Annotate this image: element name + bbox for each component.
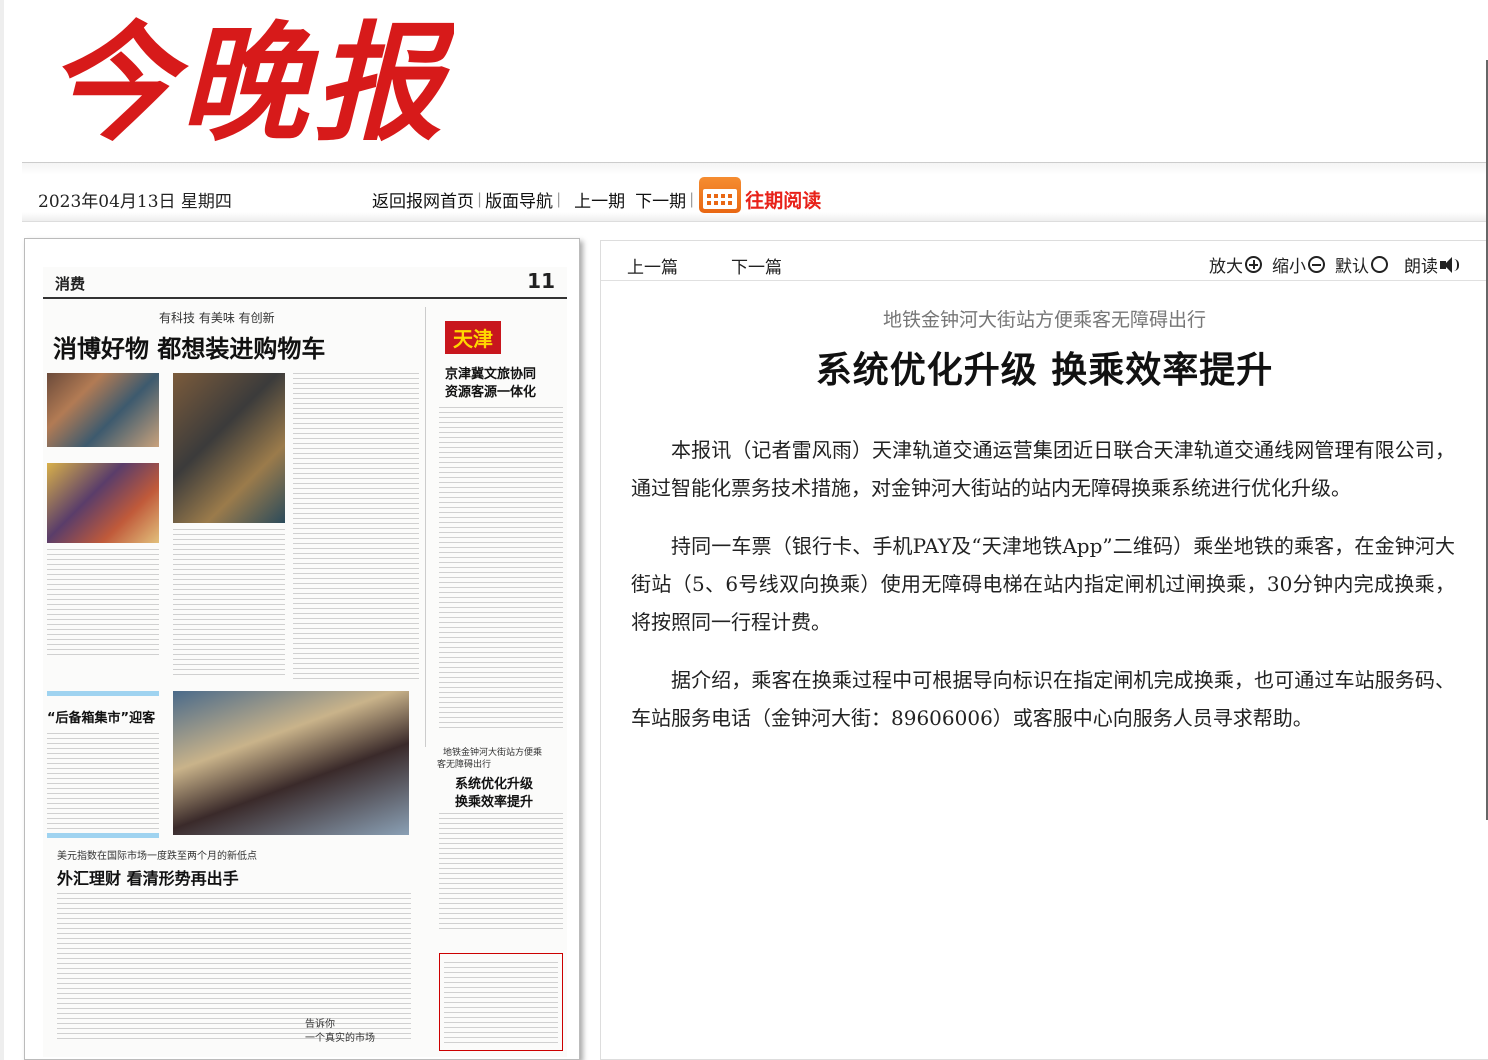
story-headline[interactable]: “后备箱集市”迎客 — [47, 707, 155, 726]
home-link[interactable]: 返回报网首页 — [372, 187, 474, 212]
photo — [173, 373, 285, 523]
next-issue-link[interactable]: 下一期 — [635, 187, 686, 212]
calendar-icon — [699, 177, 742, 213]
story-kicker: 客无障碍出行 — [437, 760, 492, 770]
default-size-label: 默认 — [1335, 257, 1369, 277]
logo-calligraphy: 今晚报 — [46, 9, 454, 159]
story-kicker: 美元指数在国际市场一度跌至两个月的新低点 — [57, 851, 257, 862]
window-edge — [0, 0, 4, 1060]
photo — [47, 463, 159, 543]
minus-circle-icon — [1308, 256, 1325, 273]
article-toolbar: 上一篇 下一篇 放大 缩小 默认 朗读 — [601, 241, 1488, 281]
article-body: 本报讯（记者雷风雨）天津轨道交通运营集团近日联合天津轨道交通线网管理有限公司，通… — [631, 431, 1455, 757]
default-size-button[interactable]: 默认 — [1335, 252, 1388, 277]
issue-nav: 返回报网首页 | 版面导航 | 上一期 下一期 | 往期阅读 — [372, 177, 822, 213]
zoom-out-label: 缩小 — [1272, 257, 1306, 277]
photo — [47, 373, 159, 447]
read-aloud-label: 朗读 — [1404, 257, 1438, 277]
story-headline[interactable]: 外汇理财 看清形势再出手 — [57, 865, 239, 889]
story-headline-active[interactable]: 系统优化升级 — [455, 773, 533, 792]
page-nav-link[interactable]: 版面导航 — [485, 187, 553, 212]
nav-separator: | — [556, 190, 562, 208]
circle-icon — [1371, 256, 1388, 273]
article-title: 系统优化升级 换乘效率提升 — [815, 349, 1274, 391]
page-headline[interactable]: 消博好物 都想装进购物车 — [53, 329, 325, 364]
nav-separator: | — [477, 190, 483, 208]
newspaper-page: 消费 11 有科技 有美味 有创新 消博好物 都想装进购物车 天津 京津冀文旅协… — [43, 267, 567, 1057]
speaker-icon — [1440, 255, 1460, 275]
side-headline[interactable]: 京津冀文旅协同 — [445, 363, 536, 382]
zoom-out-button[interactable]: 缩小 — [1272, 252, 1325, 277]
issue-date: 2023年04月13日 星期四 — [38, 192, 232, 212]
side-headline[interactable]: 资源客源一体化 — [445, 381, 536, 400]
page-section: 消费 — [55, 275, 86, 293]
font-tools: 放大 缩小 默认 朗读 — [1199, 252, 1460, 277]
article-subtitle: 地铁金钟河大街站方便乘客无障碍出行 — [882, 309, 1206, 331]
archive-label: 往期阅读 — [745, 189, 822, 212]
page-number: 11 — [527, 269, 555, 293]
top-nav-bar: 2023年04月13日 星期四 返回报网首页 | 版面导航 | 上一期 下一期 … — [22, 162, 1486, 222]
plus-circle-icon — [1245, 256, 1262, 273]
next-article-link[interactable]: 下一篇 — [731, 253, 782, 278]
promo-text: 一个真实的市场 — [305, 1033, 375, 1044]
ad-box — [439, 953, 563, 1051]
nav-separator: | — [689, 190, 695, 208]
side-tag: 天津 — [445, 321, 501, 354]
article-paragraph: 持同一车票（银行卡、手机PAY及“天津地铁App”二维码）乘坐地铁的乘客，在金钟… — [631, 534, 1455, 634]
archive-button[interactable]: 往期阅读 — [699, 177, 822, 213]
article-paragraph: 据介绍，乘客在换乘过程中可根据导向标识在指定闸机完成换乘，也可通过车站服务码、车… — [631, 668, 1455, 730]
promo-text: 告诉你 — [305, 1019, 335, 1030]
prev-issue-link[interactable]: 上一期 — [574, 187, 625, 212]
read-aloud-button[interactable]: 朗读 — [1404, 252, 1460, 277]
logo-text: 今晚报 — [46, 10, 454, 150]
photo — [173, 691, 409, 835]
prev-article-link[interactable]: 上一篇 — [627, 253, 678, 278]
story-headline-active[interactable]: 换乘效率提升 — [455, 791, 533, 810]
page-thumbnail[interactable]: 消费 11 有科技 有美味 有创新 消博好物 都想装进购物车 天津 京津冀文旅协… — [24, 238, 580, 1060]
article-panel: 上一篇 下一篇 放大 缩小 默认 朗读 地铁金钟河大街站方便乘客无障碍出行 系统… — [600, 240, 1488, 1060]
zoom-in-button[interactable]: 放大 — [1209, 252, 1262, 277]
zoom-in-label: 放大 — [1209, 257, 1243, 277]
article-paragraph: 本报讯（记者雷风雨）天津轨道交通运营集团近日联合天津轨道交通线网管理有限公司，通… — [631, 438, 1455, 500]
page-kicker: 有科技 有美味 有创新 — [159, 311, 275, 325]
masthead-logo[interactable]: 今晚报 — [44, 9, 454, 159]
